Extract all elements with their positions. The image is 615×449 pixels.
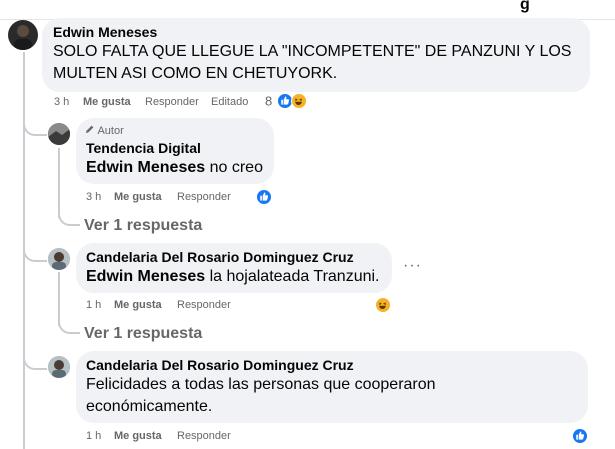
comment-text-line-2: MULTEN ASI COMO EN CHETUYORK.: [53, 65, 338, 82]
reply-1-mention[interactable]: Edwin Meneses: [86, 159, 205, 176]
reply-2-author-name[interactable]: Candelaria Del Rosario Dominguez Cruz: [86, 249, 354, 265]
reply-2-time[interactable]: 1 h: [86, 299, 101, 311]
comment-reactions[interactable]: 8: [265, 92, 308, 112]
thread-branch-reply-1: [23, 110, 47, 136]
like-reaction-icon: [256, 189, 272, 205]
thread-branch-view-2: [58, 316, 80, 334]
reply-1-reactions[interactable]: [256, 189, 272, 210]
reply-3-reply-button[interactable]: Responder: [177, 430, 231, 442]
thread-branch-reply-3: [23, 344, 47, 370]
reply-2-like-button[interactable]: Me gusta: [114, 299, 162, 311]
author-badge-label: Autor: [97, 125, 124, 137]
reply-1-time[interactable]: 3 h: [86, 191, 101, 203]
comment-reply-button[interactable]: Responder: [145, 96, 199, 108]
reply-3-text-line-2: económicamente.: [86, 398, 213, 415]
comment-author-name[interactable]: Edwin Meneses: [53, 24, 157, 40]
reply-3-time[interactable]: 1 h: [86, 430, 101, 442]
comment-bubble-main: Edwin Meneses SOLO FALTA QUE LLEGUE LA "…: [42, 18, 590, 92]
reply-3-reactions[interactable]: [572, 428, 588, 449]
reply-2-view-replies-link[interactable]: Ver 1 respuesta: [84, 325, 202, 343]
reply-bubble-2: Candelaria Del Rosario Dominguez Cruz Ed…: [76, 243, 392, 293]
reply-3-author-name[interactable]: Candelaria Del Rosario Dominguez Cruz: [86, 357, 354, 373]
reply-2-text-body: la hojalateada Tranzuni.: [205, 268, 380, 285]
avatar-candelaria-2[interactable]: [48, 356, 70, 378]
reply-2-mention[interactable]: Edwin Meneses: [86, 268, 205, 285]
reply-2-reply-button[interactable]: Responder: [177, 299, 231, 311]
comment-text-line-1: SOLO FALTA QUE LLEGUE LA "INCOMPETENTE" …: [53, 43, 572, 60]
reply-2-reactions[interactable]: [375, 297, 391, 318]
thread-branch-view-1: [58, 208, 80, 226]
top-bar-text-fragment: g: [520, 0, 530, 13]
reply-1-text: Edwin Meneses no creo: [86, 157, 263, 179]
reply-1-reply-button[interactable]: Responder: [177, 191, 231, 203]
haha-reaction-icon: [291, 92, 308, 109]
reply-bubble-3: Candelaria Del Rosario Dominguez Cruz Fe…: [76, 351, 588, 423]
reply-1-view-replies-link[interactable]: Ver 1 respuesta: [84, 217, 202, 235]
avatar-edwin-meneses[interactable]: [8, 20, 38, 50]
comment-edited-label: Editado: [211, 96, 249, 108]
avatar-tendencia-digital[interactable]: [48, 123, 70, 145]
comment-time[interactable]: 3 h: [54, 96, 69, 108]
reply-2-text: Edwin Meneses la hojalateada Tranzuni.: [86, 266, 380, 288]
author-badge: Autor: [85, 124, 124, 137]
author-pen-icon: [85, 125, 97, 137]
comment-like-button[interactable]: Me gusta: [83, 96, 131, 108]
comment-reaction-count: 8: [265, 93, 273, 109]
haha-reaction-icon: [375, 297, 391, 313]
reply-3-text-line-1: Felicidades a todas las personas que coo…: [86, 376, 436, 393]
reply-1-author-name[interactable]: Tendencia Digital: [86, 140, 201, 156]
thread-branch-reply-2: [23, 236, 47, 262]
reply-3-like-button[interactable]: Me gusta: [114, 430, 162, 442]
reply-1-text-body: no creo: [205, 159, 263, 176]
reply-1-like-button[interactable]: Me gusta: [114, 191, 162, 203]
more-dots-icon[interactable]: ···: [403, 257, 422, 275]
like-reaction-icon: [572, 428, 588, 444]
avatar-candelaria-1[interactable]: [48, 248, 70, 270]
reply-bubble-1: Autor Tendencia Digital Edwin Meneses no…: [76, 118, 274, 184]
